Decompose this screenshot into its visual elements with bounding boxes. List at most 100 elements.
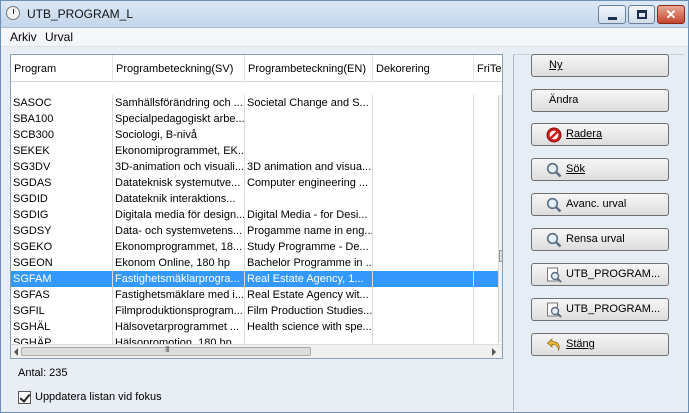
- clear-filter-button[interactable]: Rensa urval: [531, 228, 669, 251]
- table-cell: [474, 239, 499, 255]
- table-cell: Data- och systemvetens...: [113, 223, 245, 239]
- table-cell: [373, 159, 474, 175]
- table-cell: 3D-animation och visuali...: [115, 159, 245, 175]
- table-cell: Sociologi, B-nivå: [113, 127, 245, 143]
- new-button[interactable]: Ny: [531, 54, 669, 77]
- table-cell: SGDID: [11, 191, 113, 207]
- maximize-button[interactable]: [628, 5, 655, 24]
- scroll-right-arrow-icon[interactable]: [492, 348, 496, 356]
- table-cell: [373, 127, 474, 143]
- table-cell: [373, 207, 474, 223]
- auto-refresh-label: Uppdatera listan vid fokus: [35, 391, 162, 403]
- table-row[interactable]: SGDIG Digitala media för design... Digital…: [11, 207, 499, 223]
- table-cell: [474, 175, 499, 191]
- search-icon: [546, 162, 562, 178]
- column-header-name-en[interactable]: Programbeteckning(EN): [245, 55, 373, 82]
- report-button-1-label: UTB_PROGRAM...: [566, 268, 661, 280]
- table-cell: [373, 111, 474, 127]
- table-cell: SGHÄL: [11, 319, 113, 335]
- close-button[interactable]: Stäng: [531, 333, 669, 356]
- delete-button[interactable]: Radera: [531, 123, 669, 146]
- table-cell: Datateknik interaktions...: [113, 191, 245, 207]
- table-row[interactable]: SCB300 Sociologi, B-nivå: [11, 127, 499, 143]
- program-list[interactable]: Program Programbeteckning(SV) Programbet…: [10, 54, 503, 359]
- table-cell: Hälsovetarprogrammet ...: [113, 319, 245, 335]
- title-bar[interactable]: UTB_PROGRAM_L ✕: [1, 1, 688, 28]
- column-header-fritext[interactable]: FriText: [474, 55, 502, 82]
- column-header-dekorering[interactable]: Dekorering: [373, 55, 474, 82]
- advanced-filter-button[interactable]: Avanc. urval: [531, 193, 669, 216]
- table-cell: [474, 95, 499, 111]
- vertical-scroll-thumb[interactable]: [499, 250, 502, 262]
- table-cell: [373, 303, 474, 319]
- menu-urval[interactable]: Urval: [45, 30, 73, 44]
- scroll-grip: III: [165, 345, 170, 354]
- app-clock-icon: [6, 6, 20, 20]
- table-row[interactable]: SGFAS Fastighetsmäklare med i... Real Esta…: [11, 287, 499, 303]
- table-cell: SCB300: [11, 127, 113, 143]
- close-window-button[interactable]: ✕: [657, 5, 685, 24]
- table-row[interactable]: SGEON Ekonom Online, 180 hp Bachelor Progr…: [11, 255, 499, 271]
- maximize-icon: [637, 10, 647, 19]
- column-header-name-sv[interactable]: Programbeteckning(SV): [113, 55, 245, 82]
- table-cell: [474, 271, 499, 287]
- table-cell: Filmproduktionsprogram...: [113, 303, 245, 319]
- edit-button[interactable]: Ändra: [531, 89, 669, 112]
- table-row[interactable]: SGDID Datateknik interaktions...: [11, 191, 499, 207]
- delete-button-label: Radera: [566, 128, 603, 140]
- table-row[interactable]: SGEKO Ekonomprogrammet, 18... Study Progra…: [11, 239, 499, 255]
- table-cell: Ekonomprogrammet, 18...: [113, 239, 245, 255]
- table-row[interactable]: SBA100 Specialpedagogiskt arbe...: [11, 111, 499, 127]
- table-cell: Digital Media - for Desi...: [245, 207, 373, 223]
- table-cell: Digitala media för design...: [115, 207, 245, 223]
- table-cell: Real Estate Agency, 1...: [245, 271, 373, 287]
- vertical-scrollbar[interactable]: [499, 95, 502, 343]
- table-row[interactable]: SGDSY Data- och systemvetens... Progamme n…: [11, 223, 499, 239]
- table-cell: Specialpedagogiskt arbe...: [115, 111, 245, 127]
- column-header-program[interactable]: Program: [11, 55, 113, 82]
- table-cell: SG3DV: [11, 159, 113, 175]
- table-row[interactable]: SGFIL Filmproduktionsprogram... Film Produ…: [11, 303, 499, 319]
- table-row[interactable]: SEKEK Ekonomiprogrammet, EK...: [11, 143, 499, 159]
- table-cell: SGDSY: [11, 223, 113, 239]
- table-row[interactable]: SGFAM Fastighetsmäklarprogra... Real Estat…: [11, 271, 499, 287]
- table-cell: Samhällsförändring och ...: [113, 95, 245, 111]
- table-cell: [474, 127, 499, 143]
- document-search-icon: [547, 302, 562, 318]
- table-cell: Computer engineering ...: [245, 175, 373, 191]
- table-cell: [474, 111, 499, 127]
- table-cell: [373, 271, 474, 287]
- new-button-label: Ny: [549, 59, 563, 71]
- table-cell: [373, 255, 474, 271]
- table-cell: [373, 319, 474, 335]
- table-row[interactable]: SASOC Samhällsförändring och ... Societal …: [11, 95, 499, 111]
- auto-refresh-checkbox[interactable]: [18, 391, 31, 404]
- horizontal-scrollbar[interactable]: III: [11, 344, 502, 358]
- table-row[interactable]: SGDAS Datateknisk systemutve... Computer e…: [11, 175, 499, 191]
- table-row[interactable]: SG3DV 3D-animation och visuali... 3D anima…: [11, 159, 499, 175]
- minimize-icon: [608, 17, 617, 20]
- table-cell: [373, 175, 474, 191]
- table-cell: Fastighetsmäklarprogra...: [113, 271, 245, 287]
- window-title: UTB_PROGRAM_L: [27, 7, 134, 21]
- table-row[interactable]: SGHÄL Hälsovetarprogrammet ... Health scie…: [11, 319, 499, 335]
- minimize-button[interactable]: [598, 5, 626, 24]
- menu-bar: Arkiv Urval: [1, 28, 688, 47]
- table-cell: [474, 223, 499, 239]
- table-cell: Datateknisk systemutve...: [113, 175, 245, 191]
- menu-arkiv[interactable]: Arkiv: [10, 30, 37, 44]
- report-button-2[interactable]: UTB_PROGRAM...: [531, 298, 669, 321]
- search-button[interactable]: Sök: [531, 158, 669, 181]
- main-window: UTB_PROGRAM_L ✕ Arkiv Urval Program Prog…: [0, 0, 689, 413]
- horizontal-scroll-thumb[interactable]: III: [21, 345, 311, 356]
- table-cell: [245, 143, 373, 159]
- table-cell: [474, 287, 499, 303]
- scroll-left-arrow-icon[interactable]: [14, 348, 18, 356]
- table-cell: SGEKO: [11, 239, 113, 255]
- table-cell: [245, 111, 373, 127]
- table-cell: [245, 191, 373, 207]
- table-cell: SEKEK: [11, 143, 113, 159]
- table-cell: SGDAS: [11, 175, 113, 191]
- table-cell: SGFAM: [11, 271, 113, 287]
- report-button-1[interactable]: UTB_PROGRAM...: [531, 263, 669, 286]
